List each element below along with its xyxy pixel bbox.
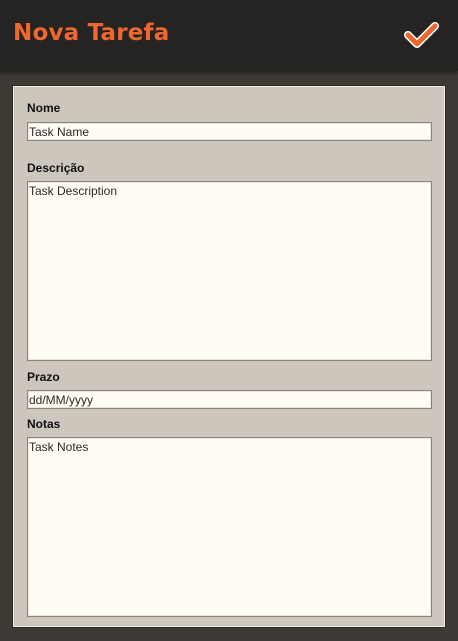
task-form: Nome Descrição Prazo Notas: [13, 86, 445, 627]
name-label: Nome: [27, 101, 61, 115]
description-label: Descrição: [27, 161, 85, 175]
task-notes-input[interactable]: [27, 437, 432, 617]
deadline-label: Prazo: [27, 370, 60, 384]
deadline-input[interactable]: [27, 390, 432, 409]
task-name-input[interactable]: [27, 122, 432, 141]
confirm-button[interactable]: [404, 22, 440, 50]
task-description-input[interactable]: [27, 181, 432, 361]
notes-label: Notas: [27, 417, 61, 431]
page-title: Nova Tarefa: [13, 20, 170, 46]
app-header: Nova Tarefa: [0, 0, 458, 71]
checkmark-icon: [404, 22, 439, 48]
